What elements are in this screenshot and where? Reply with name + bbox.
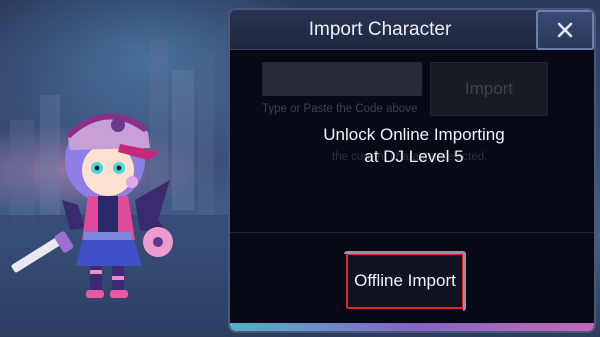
close-icon — [557, 22, 573, 38]
offline-import-button[interactable]: Offline Import — [344, 251, 466, 311]
code-input[interactable] — [262, 62, 422, 96]
close-button[interactable] — [536, 10, 594, 50]
dialog-header: Import Character — [230, 10, 594, 50]
character-figure — [11, 113, 173, 298]
divider — [230, 232, 594, 233]
dialog-title: Import Character — [308, 19, 452, 40]
unlock-line-2: at DJ Level 5 — [364, 147, 464, 166]
unlock-message: Unlock Online Importing at DJ Level 5 — [270, 124, 558, 168]
import-character-dialog: Import Character Import Type or Paste th… — [228, 8, 596, 333]
code-hint: Type or Paste the Code above — [262, 103, 418, 115]
dialog-bottom-glow — [230, 323, 594, 331]
unlock-line-1: Unlock Online Importing — [323, 125, 505, 144]
